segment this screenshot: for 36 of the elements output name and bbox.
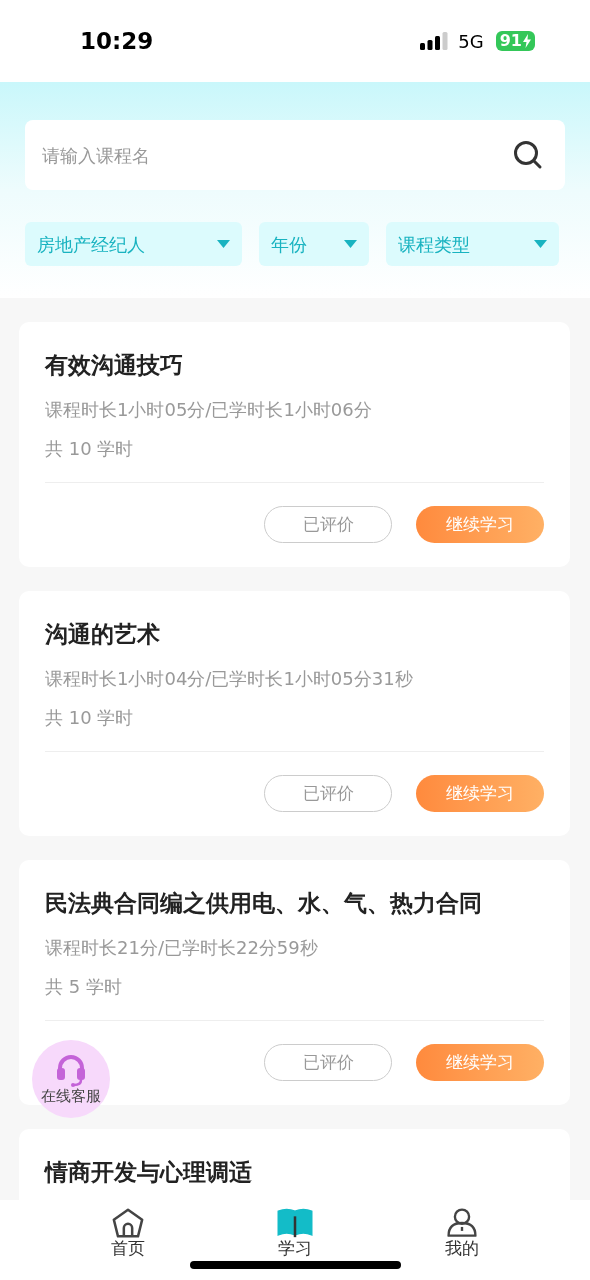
- network-label: 5G: [458, 29, 484, 54]
- course-hours: 共 5 学时: [45, 975, 123, 999]
- rated-button[interactable]: 已评价: [264, 775, 392, 812]
- search-icon[interactable]: [513, 140, 543, 170]
- continue-button[interactable]: 继续学习: [416, 1044, 544, 1081]
- battery-level: 91: [499, 33, 522, 49]
- headset-icon: [54, 1053, 88, 1087]
- course-card[interactable]: 沟通的艺术 课程时长1小时04分/已学时长1小时05分31秒 共 10 学时 已评价 继续学习: [19, 591, 570, 836]
- continue-button[interactable]: 继续学习: [416, 506, 544, 543]
- course-hours: 共 10 学时: [45, 706, 135, 730]
- course-title: 沟通的艺术: [45, 620, 161, 649]
- filter-dropdown[interactable]: 课程类型: [386, 222, 559, 266]
- course-title: 民法典合同编之供用电、水、气、热力合同: [45, 889, 483, 918]
- course-duration: 课程时长21分/已学时长22分59秒: [45, 936, 319, 960]
- course-duration: 课程时长1小时05分/已学时长1小时06分: [45, 398, 373, 422]
- search-field[interactable]: 请输入课程名: [25, 120, 565, 190]
- signal-icon: [420, 32, 449, 50]
- course-hours: 共 10 学时: [45, 437, 135, 461]
- course-duration: 课程时长1小时04分/已学时长1小时05分31秒: [45, 667, 414, 691]
- status-time: 10:29: [80, 26, 154, 56]
- rated-button[interactable]: 已评价: [264, 1044, 392, 1081]
- tab-item[interactable]: 学习: [235, 1200, 355, 1258]
- course-title: 情商开发与心理调适: [45, 1158, 253, 1187]
- course-card[interactable]: 有效沟通技巧 课程时长1小时05分/已学时长1小时06分 共 10 学时 已评价 继续学习: [19, 322, 570, 567]
- rated-button[interactable]: 已评价: [264, 506, 392, 543]
- continue-button[interactable]: 继续学习: [416, 775, 544, 812]
- tab-item[interactable]: 我的: [401, 1200, 522, 1258]
- charging-icon: [523, 34, 531, 48]
- course-title: 有效沟通技巧: [45, 351, 184, 380]
- filter-dropdown[interactable]: 年份: [259, 222, 369, 266]
- caret-icon: [217, 240, 230, 248]
- caret-icon: [534, 240, 547, 248]
- course-card[interactable]: 情商开发与心理调适: [19, 1129, 570, 1200]
- tab-item[interactable]: 首页: [68, 1200, 189, 1258]
- filter-dropdown[interactable]: 房地产经纪人: [25, 222, 242, 266]
- caret-icon: [344, 240, 357, 248]
